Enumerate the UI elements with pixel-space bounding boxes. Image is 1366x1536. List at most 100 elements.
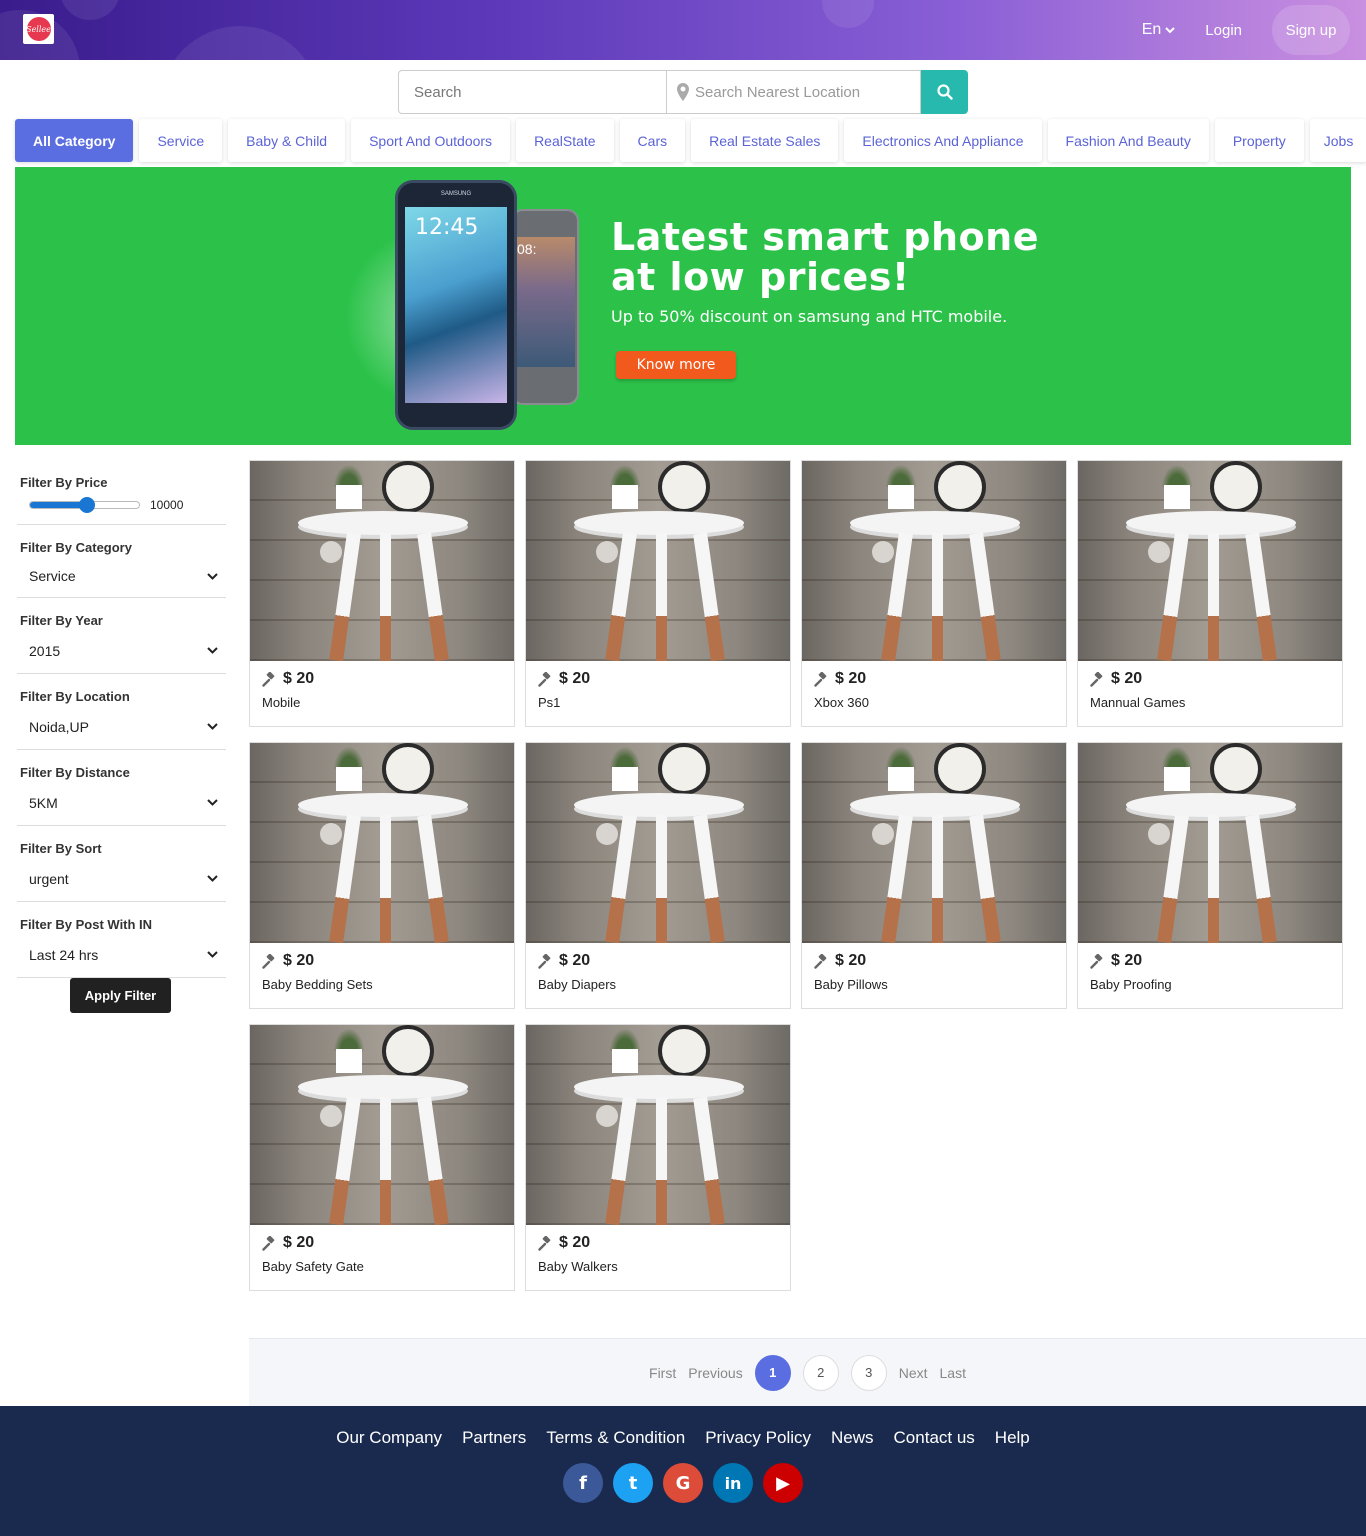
product-card[interactable]: $ 20 Baby Diapers xyxy=(525,742,791,1009)
posted-within-select[interactable]: Last 24 hrs xyxy=(20,932,226,977)
product-price: $ 20 xyxy=(283,952,315,969)
product-price: $ 20 xyxy=(283,670,315,687)
youtube-icon[interactable]: ▶ xyxy=(763,1463,803,1503)
product-image[interactable] xyxy=(526,1025,790,1225)
category-select[interactable]: Service xyxy=(20,555,226,597)
sort-select[interactable]: urgent xyxy=(20,856,226,901)
tab-fashion-beauty[interactable]: Fashion And Beauty xyxy=(1047,119,1209,162)
product-image[interactable] xyxy=(250,743,514,943)
signup-button[interactable]: Sign up xyxy=(1272,5,1350,55)
promo-banner[interactable]: 08: SAMSUNG 12:45 Latest smart phone at … xyxy=(15,167,1351,445)
footer-link-privacy[interactable]: Privacy Policy xyxy=(705,1428,811,1448)
location-field[interactable] xyxy=(666,70,921,114)
product-name[interactable]: Baby Walkers xyxy=(538,1259,618,1274)
product-image[interactable] xyxy=(250,461,514,661)
linkedin-icon[interactable]: in xyxy=(713,1463,753,1503)
price-slider-value: 10000 xyxy=(150,498,184,512)
login-link[interactable]: Login xyxy=(1205,22,1242,39)
pagination-next[interactable]: Next xyxy=(899,1365,928,1381)
auction-hammer-icon xyxy=(262,1235,275,1251)
tab-real-estate-sales[interactable]: Real Estate Sales xyxy=(691,119,839,162)
product-image[interactable] xyxy=(802,461,1066,661)
know-more-button[interactable]: Know more xyxy=(616,351,736,379)
product-card[interactable]: $ 20 Baby Bedding Sets xyxy=(249,742,515,1009)
filter-distance-label: Filter By Distance xyxy=(20,765,130,780)
product-card[interactable]: $ 20 Baby Pillows xyxy=(801,742,1067,1009)
footer-link-terms[interactable]: Terms & Condition xyxy=(546,1428,685,1448)
pagination-first[interactable]: First xyxy=(649,1365,676,1381)
tab-property[interactable]: Property xyxy=(1214,119,1304,162)
footer-link-news[interactable]: News xyxy=(831,1428,874,1448)
price-slider-handle[interactable] xyxy=(78,497,95,513)
tab-jobs[interactable]: Jobs xyxy=(1309,119,1366,162)
product-card[interactable]: $ 20 Xbox 360 xyxy=(801,460,1067,727)
product-name[interactable]: Ps1 xyxy=(538,695,590,710)
tab-all-category[interactable]: All Category xyxy=(15,119,134,162)
footer-link-our-company[interactable]: Our Company xyxy=(336,1428,442,1448)
product-name[interactable]: Xbox 360 xyxy=(814,695,869,710)
auction-hammer-icon xyxy=(814,671,827,687)
product-image[interactable] xyxy=(1078,461,1342,661)
chevron-down-icon xyxy=(207,951,218,958)
footer-link-partners[interactable]: Partners xyxy=(462,1428,526,1448)
filter-location-label: Filter By Location xyxy=(20,689,130,704)
location-input[interactable] xyxy=(695,83,915,101)
product-card[interactable]: $ 20 Ps1 xyxy=(525,460,791,727)
product-card[interactable]: $ 20 Mannual Games xyxy=(1077,460,1343,727)
year-select[interactable]: 2015 xyxy=(20,628,226,673)
header-decor-bubble xyxy=(60,0,120,20)
tab-sport-outdoors[interactable]: Sport And Outdoors xyxy=(351,119,511,162)
pagination-last[interactable]: Last xyxy=(940,1365,966,1381)
product-name[interactable]: Mobile xyxy=(262,695,314,710)
page-3-button[interactable]: 3 xyxy=(850,1354,887,1391)
footer-link-contact[interactable]: Contact us xyxy=(894,1428,975,1448)
location-select[interactable]: Noida,UP xyxy=(20,704,226,749)
product-card[interactable]: $ 20 Baby Proofing xyxy=(1077,742,1343,1009)
auction-hammer-icon xyxy=(262,671,275,687)
product-price: $ 20 xyxy=(559,952,591,969)
product-name[interactable]: Baby Pillows xyxy=(814,977,888,992)
search-input[interactable] xyxy=(398,70,666,114)
product-name[interactable]: Baby Safety Gate xyxy=(262,1259,364,1274)
price-slider[interactable] xyxy=(29,497,140,513)
product-price: $ 20 xyxy=(559,1234,591,1251)
footer-link-help[interactable]: Help xyxy=(995,1428,1030,1448)
product-name[interactable]: Baby Bedding Sets xyxy=(262,977,373,992)
tab-realstate[interactable]: RealState xyxy=(516,119,614,162)
product-image[interactable] xyxy=(526,743,790,943)
pagination-previous[interactable]: Previous xyxy=(688,1365,742,1381)
search-button[interactable] xyxy=(921,70,968,114)
product-name[interactable]: Mannual Games xyxy=(1090,695,1185,710)
product-image[interactable] xyxy=(250,1025,514,1225)
tab-electronics-appliance[interactable]: Electronics And Appliance xyxy=(844,119,1042,162)
product-image[interactable] xyxy=(802,743,1066,943)
filter-category-label: Filter By Category xyxy=(20,540,132,555)
tab-cars[interactable]: Cars xyxy=(619,119,686,162)
tab-service[interactable]: Service xyxy=(139,119,223,162)
product-image[interactable] xyxy=(1078,743,1342,943)
product-price: $ 20 xyxy=(559,670,591,687)
language-selector[interactable]: En xyxy=(1142,21,1176,39)
chevron-down-icon xyxy=(207,875,218,882)
chevron-down-icon xyxy=(207,572,218,580)
auction-hammer-icon xyxy=(1090,671,1103,687)
product-image[interactable] xyxy=(526,461,790,661)
apply-filter-button[interactable]: Apply Filter xyxy=(70,978,171,1013)
map-pin-icon xyxy=(677,83,689,101)
product-card[interactable]: $ 20 Baby Safety Gate xyxy=(249,1024,515,1291)
phone1-time: 12:45 xyxy=(415,215,479,240)
product-card[interactable]: $ 20 Mobile xyxy=(249,460,515,727)
distance-select[interactable]: 5KM xyxy=(20,780,226,825)
google-icon[interactable]: G xyxy=(663,1463,703,1503)
twitter-icon[interactable]: t xyxy=(613,1463,653,1503)
tab-baby-child[interactable]: Baby & Child xyxy=(228,119,346,162)
facebook-icon[interactable]: f xyxy=(563,1463,603,1503)
product-name[interactable]: Baby Proofing xyxy=(1090,977,1172,992)
product-name[interactable]: Baby Diapers xyxy=(538,977,616,992)
product-card[interactable]: $ 20 Baby Walkers xyxy=(525,1024,791,1291)
site-logo[interactable]: Sellee xyxy=(23,14,54,44)
page-2-button[interactable]: 2 xyxy=(802,1354,839,1391)
page-1-button[interactable]: 1 xyxy=(754,1354,791,1391)
banner-subtitle: Up to 50% discount on samsung and HTC mo… xyxy=(611,307,1008,326)
htc-phone-image: 08: xyxy=(511,209,579,405)
